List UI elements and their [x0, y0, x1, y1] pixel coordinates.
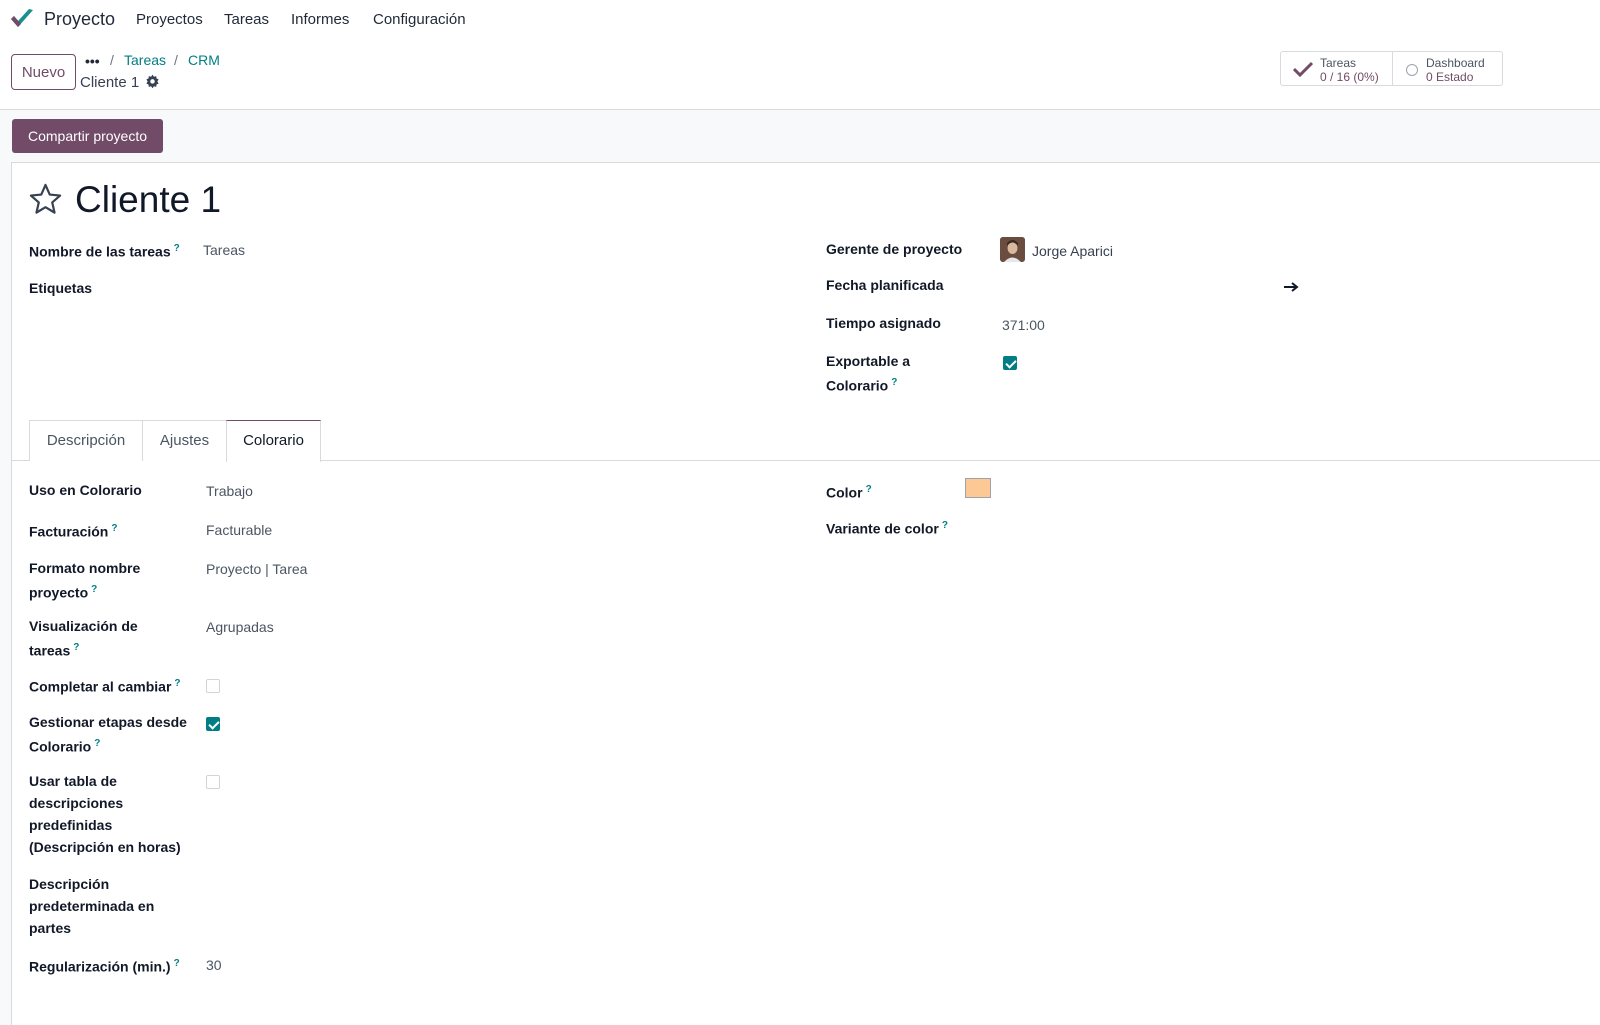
manager-value[interactable]: Jorge Aparici [1032, 240, 1113, 262]
formato-value[interactable]: Proyecto | Tarea [206, 558, 307, 580]
star-icon[interactable] [28, 182, 63, 217]
exportable-label: Exportable a Colorario? [826, 353, 911, 394]
help-icon[interactable]: ? [94, 738, 100, 749]
descripcion-label: Descripción predeterminada en partes [29, 876, 155, 936]
circle-icon [1406, 64, 1418, 76]
planned-date-label: Fecha planificada [826, 277, 944, 293]
allocated-time-value[interactable]: 371:00 [1002, 314, 1045, 336]
record-title[interactable]: Cliente 1 [75, 179, 221, 221]
smart-button-label: Dashboard [1426, 56, 1485, 70]
top-navbar: Proyecto Proyectos Tareas Informes Confi… [0, 0, 1600, 38]
breadcrumb-separator: / [174, 52, 178, 68]
new-button[interactable]: Nuevo [11, 54, 76, 90]
form-sheet [11, 162, 1600, 1025]
menu-configuracion[interactable]: Configuración [373, 11, 466, 28]
menu-informes[interactable]: Informes [291, 11, 349, 28]
completar-label: Completar al cambiar? [29, 678, 181, 695]
smart-button-label: Tareas [1320, 56, 1357, 70]
tab-ajustes[interactable]: Ajustes [142, 420, 227, 461]
help-icon[interactable]: ? [891, 377, 897, 388]
gestionar-checkbox[interactable] [206, 717, 220, 731]
breadcrumb-tareas[interactable]: Tareas [124, 52, 166, 68]
arrow-right-icon [1284, 282, 1299, 292]
breadcrumb-more-button[interactable]: ••• [85, 53, 100, 69]
help-icon[interactable]: ? [174, 958, 180, 969]
breadcrumb-separator: / [110, 52, 114, 68]
menu-proyectos[interactable]: Proyectos [136, 11, 203, 28]
usar-tabla-label: Usar tabla de descripciones predefinidas (D… [29, 773, 181, 855]
regularizacion-label: Regularización (min.)? [29, 958, 180, 975]
formato-label: Formato nombre proyecto? [29, 560, 141, 601]
allocated-time-label: Tiempo asignado [826, 315, 941, 331]
menu-tareas[interactable]: Tareas [224, 11, 269, 28]
color-swatch[interactable] [965, 478, 991, 498]
help-icon[interactable]: ? [91, 584, 97, 595]
tab-descripcion[interactable]: Descripción [29, 420, 143, 461]
check-icon [1293, 61, 1313, 77]
breadcrumb-crm[interactable]: CRM [188, 52, 220, 68]
help-icon[interactable]: ? [174, 243, 180, 254]
facturacion-value[interactable]: Facturable [206, 519, 272, 541]
task-name-label: Nombre de las tareas? [29, 243, 180, 260]
help-icon[interactable]: ? [111, 523, 117, 534]
manager-label: Gerente de proyecto [826, 241, 963, 257]
share-project-button[interactable]: Compartir proyecto [12, 119, 163, 153]
exportable-checkbox[interactable] [1003, 356, 1017, 370]
usar-tabla-checkbox[interactable] [206, 775, 220, 789]
smart-button-value: 0 Estado [1426, 70, 1474, 84]
help-icon[interactable]: ? [942, 520, 948, 531]
uso-value[interactable]: Trabajo [206, 480, 253, 502]
smart-button-dashboard[interactable]: Dashboard 0 Estado [1393, 51, 1503, 86]
gestionar-label: Gestionar etapas desde Colorario? [29, 714, 187, 755]
smart-button-value: 0 / 16 (0%) [1320, 70, 1379, 84]
help-icon[interactable]: ? [174, 678, 180, 689]
regularizacion-value[interactable]: 30 [206, 954, 222, 976]
app-name[interactable]: Proyecto [44, 9, 115, 30]
variante-label: Variante de color? [826, 520, 948, 537]
app-logo-icon[interactable] [9, 7, 35, 31]
avatar [1000, 237, 1025, 262]
completar-checkbox[interactable] [206, 679, 220, 693]
tags-label: Etiquetas [29, 280, 93, 296]
help-icon[interactable]: ? [866, 484, 872, 495]
visualizacion-label: Visualización de tareas? [29, 618, 138, 659]
tab-colorario[interactable]: Colorario [226, 420, 321, 462]
visualizacion-value[interactable]: Agrupadas [206, 616, 274, 638]
color-label: Color? [826, 484, 872, 501]
smart-button-tareas[interactable]: Tareas 0 / 16 (0%) [1280, 51, 1393, 86]
facturacion-label: Facturación? [29, 523, 118, 540]
help-icon[interactable]: ? [73, 642, 79, 653]
breadcrumb-current: Cliente 1 [80, 74, 140, 91]
gear-icon[interactable] [145, 74, 160, 89]
uso-label: Uso en Colorario [29, 482, 142, 498]
task-name-value[interactable]: Tareas [203, 239, 245, 261]
